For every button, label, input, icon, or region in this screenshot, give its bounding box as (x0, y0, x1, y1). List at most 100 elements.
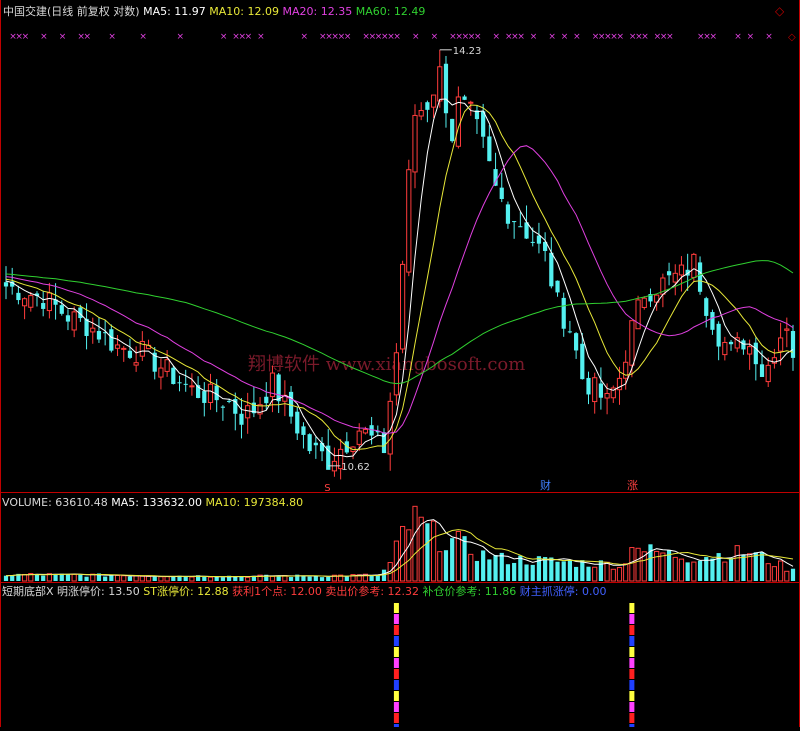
volume-bar (734, 545, 740, 582)
low-label: 10.62 (341, 462, 370, 473)
top-marker: × (747, 32, 755, 42)
volume-bar (648, 544, 653, 581)
volume-bar (499, 552, 504, 581)
candle-body (549, 252, 554, 287)
volume-bar (189, 576, 195, 582)
volume-bar (543, 557, 548, 581)
volume-bar (567, 560, 573, 581)
top-marker: × (573, 32, 581, 42)
signal-stripe (629, 669, 635, 679)
top-marker: × (474, 32, 482, 42)
candle-body (536, 235, 542, 244)
volume-bar (536, 556, 542, 581)
candle-body (71, 311, 77, 331)
candle-body (406, 169, 412, 273)
volume-bar (512, 562, 517, 581)
candle-body (295, 411, 300, 434)
top-marker: × (517, 32, 525, 42)
candle-body (412, 114, 418, 173)
volume-bar (790, 568, 796, 581)
volume-bar (468, 553, 474, 582)
candle-body (276, 374, 281, 402)
candle-body (765, 364, 771, 383)
volume-bar (765, 563, 771, 582)
volume-bar (450, 538, 455, 581)
volume-bar (784, 570, 790, 582)
top-marker: × (139, 32, 147, 42)
volume-bar (437, 551, 443, 582)
volume-bar (158, 576, 164, 582)
candle-body (555, 280, 560, 293)
corner-diamond-icon[interactable]: ◇ (775, 4, 785, 18)
top-marker: × (412, 32, 420, 42)
signal-stripe (629, 636, 635, 646)
signal-stripe (393, 614, 399, 624)
volume-bar (183, 576, 188, 581)
volume-bar (269, 575, 276, 582)
top-marker: × (59, 32, 67, 42)
candle-body (189, 385, 195, 388)
candle-body (183, 383, 188, 385)
candle-body (21, 298, 28, 307)
volume-bar (753, 552, 758, 581)
top-marker: × (300, 32, 308, 42)
candle-body (28, 295, 34, 308)
volume-bar (71, 573, 77, 582)
volume-bar (425, 523, 430, 581)
title-part: 短期底部X (2, 584, 54, 598)
volume-bar (728, 558, 734, 581)
candle-body (313, 442, 318, 446)
top-marker: × (530, 32, 538, 42)
candle-body (171, 367, 176, 385)
candle-body (164, 359, 170, 372)
candle-body (753, 342, 758, 365)
candle-body (96, 330, 102, 340)
chart-canvas: 中国交建(日线 前复权 对数) MA5: 11.97 MA10: 12.09 M… (0, 0, 800, 731)
volume-bar (481, 550, 486, 581)
candle-body (220, 406, 225, 408)
volume-bar (21, 573, 28, 582)
top-marker: × (765, 32, 773, 42)
volume-bar (759, 552, 765, 581)
title-part: 获利1个点: 12.00 (229, 585, 322, 598)
candle-body (226, 400, 232, 402)
volume-bar (604, 561, 610, 582)
corner-diamond-icon[interactable]: ◇ (788, 32, 796, 43)
candle-body (16, 292, 21, 301)
title-part: 财主抓涨停: 0.00 (516, 584, 606, 598)
volume-bar (412, 505, 418, 582)
candle-body (716, 323, 721, 347)
candle-body (592, 377, 598, 403)
candle-body (697, 262, 703, 292)
s-label: S (324, 483, 330, 494)
top-marker: × (40, 32, 48, 42)
volume-bar (574, 566, 579, 581)
candle-body (121, 347, 127, 350)
candle-body (691, 253, 697, 278)
volume-bar (678, 558, 685, 582)
candle-body (418, 110, 424, 117)
volume-bar (555, 561, 560, 581)
candle-body (722, 341, 728, 356)
candle-body (65, 315, 71, 322)
signal-stripe (629, 702, 635, 712)
signal-stripe (629, 614, 635, 624)
volume-bar (598, 560, 603, 581)
signal-stripe (393, 603, 399, 613)
top-marker: × (548, 32, 556, 42)
candle-body (127, 350, 133, 358)
volume-bar (103, 576, 108, 581)
title-part: MA10: 12.09 (206, 5, 279, 18)
candle-body (623, 361, 629, 379)
volume-bar (152, 576, 157, 581)
volume-bar (710, 558, 715, 581)
candle-body (214, 385, 219, 401)
finance-label: 财 (540, 478, 551, 492)
candle-body (41, 303, 46, 309)
volume-bar (697, 560, 703, 581)
candle-body (678, 264, 685, 276)
top-marker: × (666, 32, 674, 42)
volume-bar (487, 559, 492, 581)
volume-bar (139, 575, 145, 582)
volume-bar (393, 540, 400, 582)
